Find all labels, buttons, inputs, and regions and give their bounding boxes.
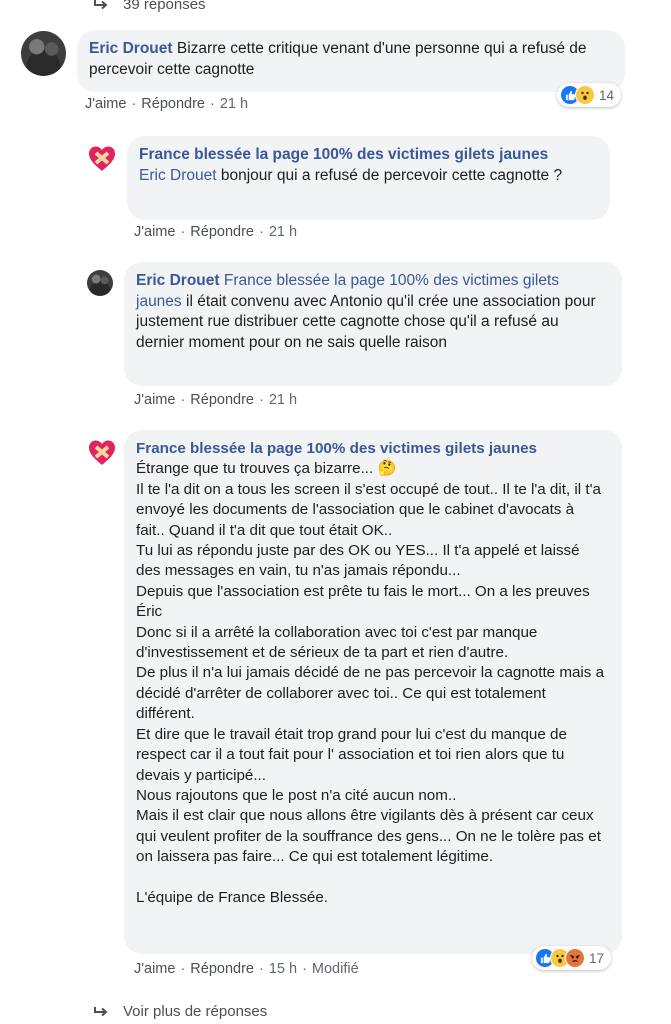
comment-paragraph: Nous rajoutons que le post n'a cité aucu…	[136, 786, 457, 804]
comment-timestamp[interactable]: 21 h	[269, 392, 297, 408]
reaction-summary[interactable]: 14	[557, 83, 622, 107]
comment-bubble: Eric Drouet France blessée la page 100% …	[124, 262, 622, 386]
heart-bandage-icon[interactable]	[86, 143, 118, 175]
separator: ·	[258, 961, 264, 977]
reaction-summary[interactable]: 17	[532, 946, 612, 970]
comment-text: il était convenu avec Antonio qu'il crée…	[136, 292, 596, 351]
like-button[interactable]: J'aime	[85, 96, 126, 112]
reply-arrow-icon	[94, 0, 108, 9]
separator: ·	[180, 961, 186, 977]
comment-paragraph: Tu lui as répondu juste par des OK ou YE…	[136, 542, 580, 580]
separator: ·	[302, 961, 307, 977]
comment-actions: J'aime · Répondre · 15 h · Modifié	[134, 961, 359, 977]
comment-bubble: Eric Drouet Bizarre cette critique venan…	[77, 30, 625, 92]
comment-author[interactable]: France blessée la page 100% des victimes…	[136, 439, 606, 459]
separator: ·	[258, 224, 264, 240]
separator: ·	[209, 96, 215, 112]
comment-actions: J'aime · Répondre · 21 h	[85, 96, 248, 112]
view-more-replies-link[interactable]: Voir plus de réponses	[93, 1003, 267, 1020]
comment-actions: J'aime · Répondre · 21 h	[134, 392, 297, 408]
like-button[interactable]: J'aime	[134, 961, 175, 977]
angry-reaction-icon	[565, 948, 585, 968]
like-button[interactable]: J'aime	[134, 392, 175, 408]
comment-paragraph: Donc si il a arrêté la collaboration ave…	[136, 623, 538, 662]
separator: ·	[180, 224, 186, 240]
reaction-count: 14	[599, 87, 615, 103]
comment-timestamp[interactable]: 21 h	[220, 96, 248, 112]
comment-actions: J'aime · Répondre · 21 h	[134, 224, 297, 240]
comment-paragraph: Mais il est clair que nous allons être v…	[136, 807, 601, 866]
avatar[interactable]	[21, 31, 66, 76]
avatar[interactable]	[87, 270, 113, 296]
separator: ·	[180, 392, 186, 408]
separator: ·	[258, 392, 264, 408]
heart-bandage-icon[interactable]	[86, 437, 118, 469]
comment-author[interactable]: Eric Drouet	[89, 40, 173, 57]
wow-reaction-icon	[575, 85, 595, 105]
edited-label[interactable]: Modifié	[312, 961, 359, 977]
reaction-count: 17	[589, 950, 605, 966]
reply-arrow-icon	[94, 1006, 108, 1016]
like-button[interactable]: J'aime	[134, 224, 175, 240]
view-replies-label: 39 réponses	[123, 0, 206, 13]
comment-paragraph: Et dire que le travail était trop grand …	[136, 725, 567, 784]
comment-author[interactable]: Eric Drouet	[136, 272, 220, 289]
reply-button[interactable]: Répondre	[190, 224, 254, 240]
mention-tag[interactable]: Eric Drouet	[139, 167, 217, 184]
view-more-replies-label: Voir plus de réponses	[123, 1003, 268, 1020]
comment-bubble: France blessée la page 100% des victimes…	[127, 136, 610, 220]
comment-paragraph: Depuis que l'association est prête tu fa…	[136, 582, 590, 621]
comment-timestamp[interactable]: 15 h	[269, 961, 297, 977]
comment-paragraph: Il te l'a dit on a tous les screen il s'…	[136, 480, 601, 539]
comment-timestamp[interactable]: 21 h	[269, 224, 297, 240]
comment-paragraph: Étrange que tu trouves ça bizarre... 🤔	[136, 460, 397, 478]
reply-button[interactable]: Répondre	[190, 392, 254, 408]
comment-text: bonjour qui a refusé de percevoir cette …	[220, 166, 563, 184]
comment-author[interactable]: France blessée la page 100% des victimes…	[139, 145, 594, 166]
view-replies-link[interactable]: 39 réponses	[93, 0, 206, 13]
comment-paragraph: De plus il n'a lui jamais décidé de ne p…	[136, 664, 605, 723]
reply-button[interactable]: Répondre	[190, 961, 254, 977]
reply-button[interactable]: Répondre	[141, 96, 205, 112]
separator: ·	[131, 96, 137, 112]
comment-bubble: France blessée la page 100% des victimes…	[124, 430, 622, 954]
comment-signature: L'équipe de France Blessée.	[136, 889, 329, 907]
